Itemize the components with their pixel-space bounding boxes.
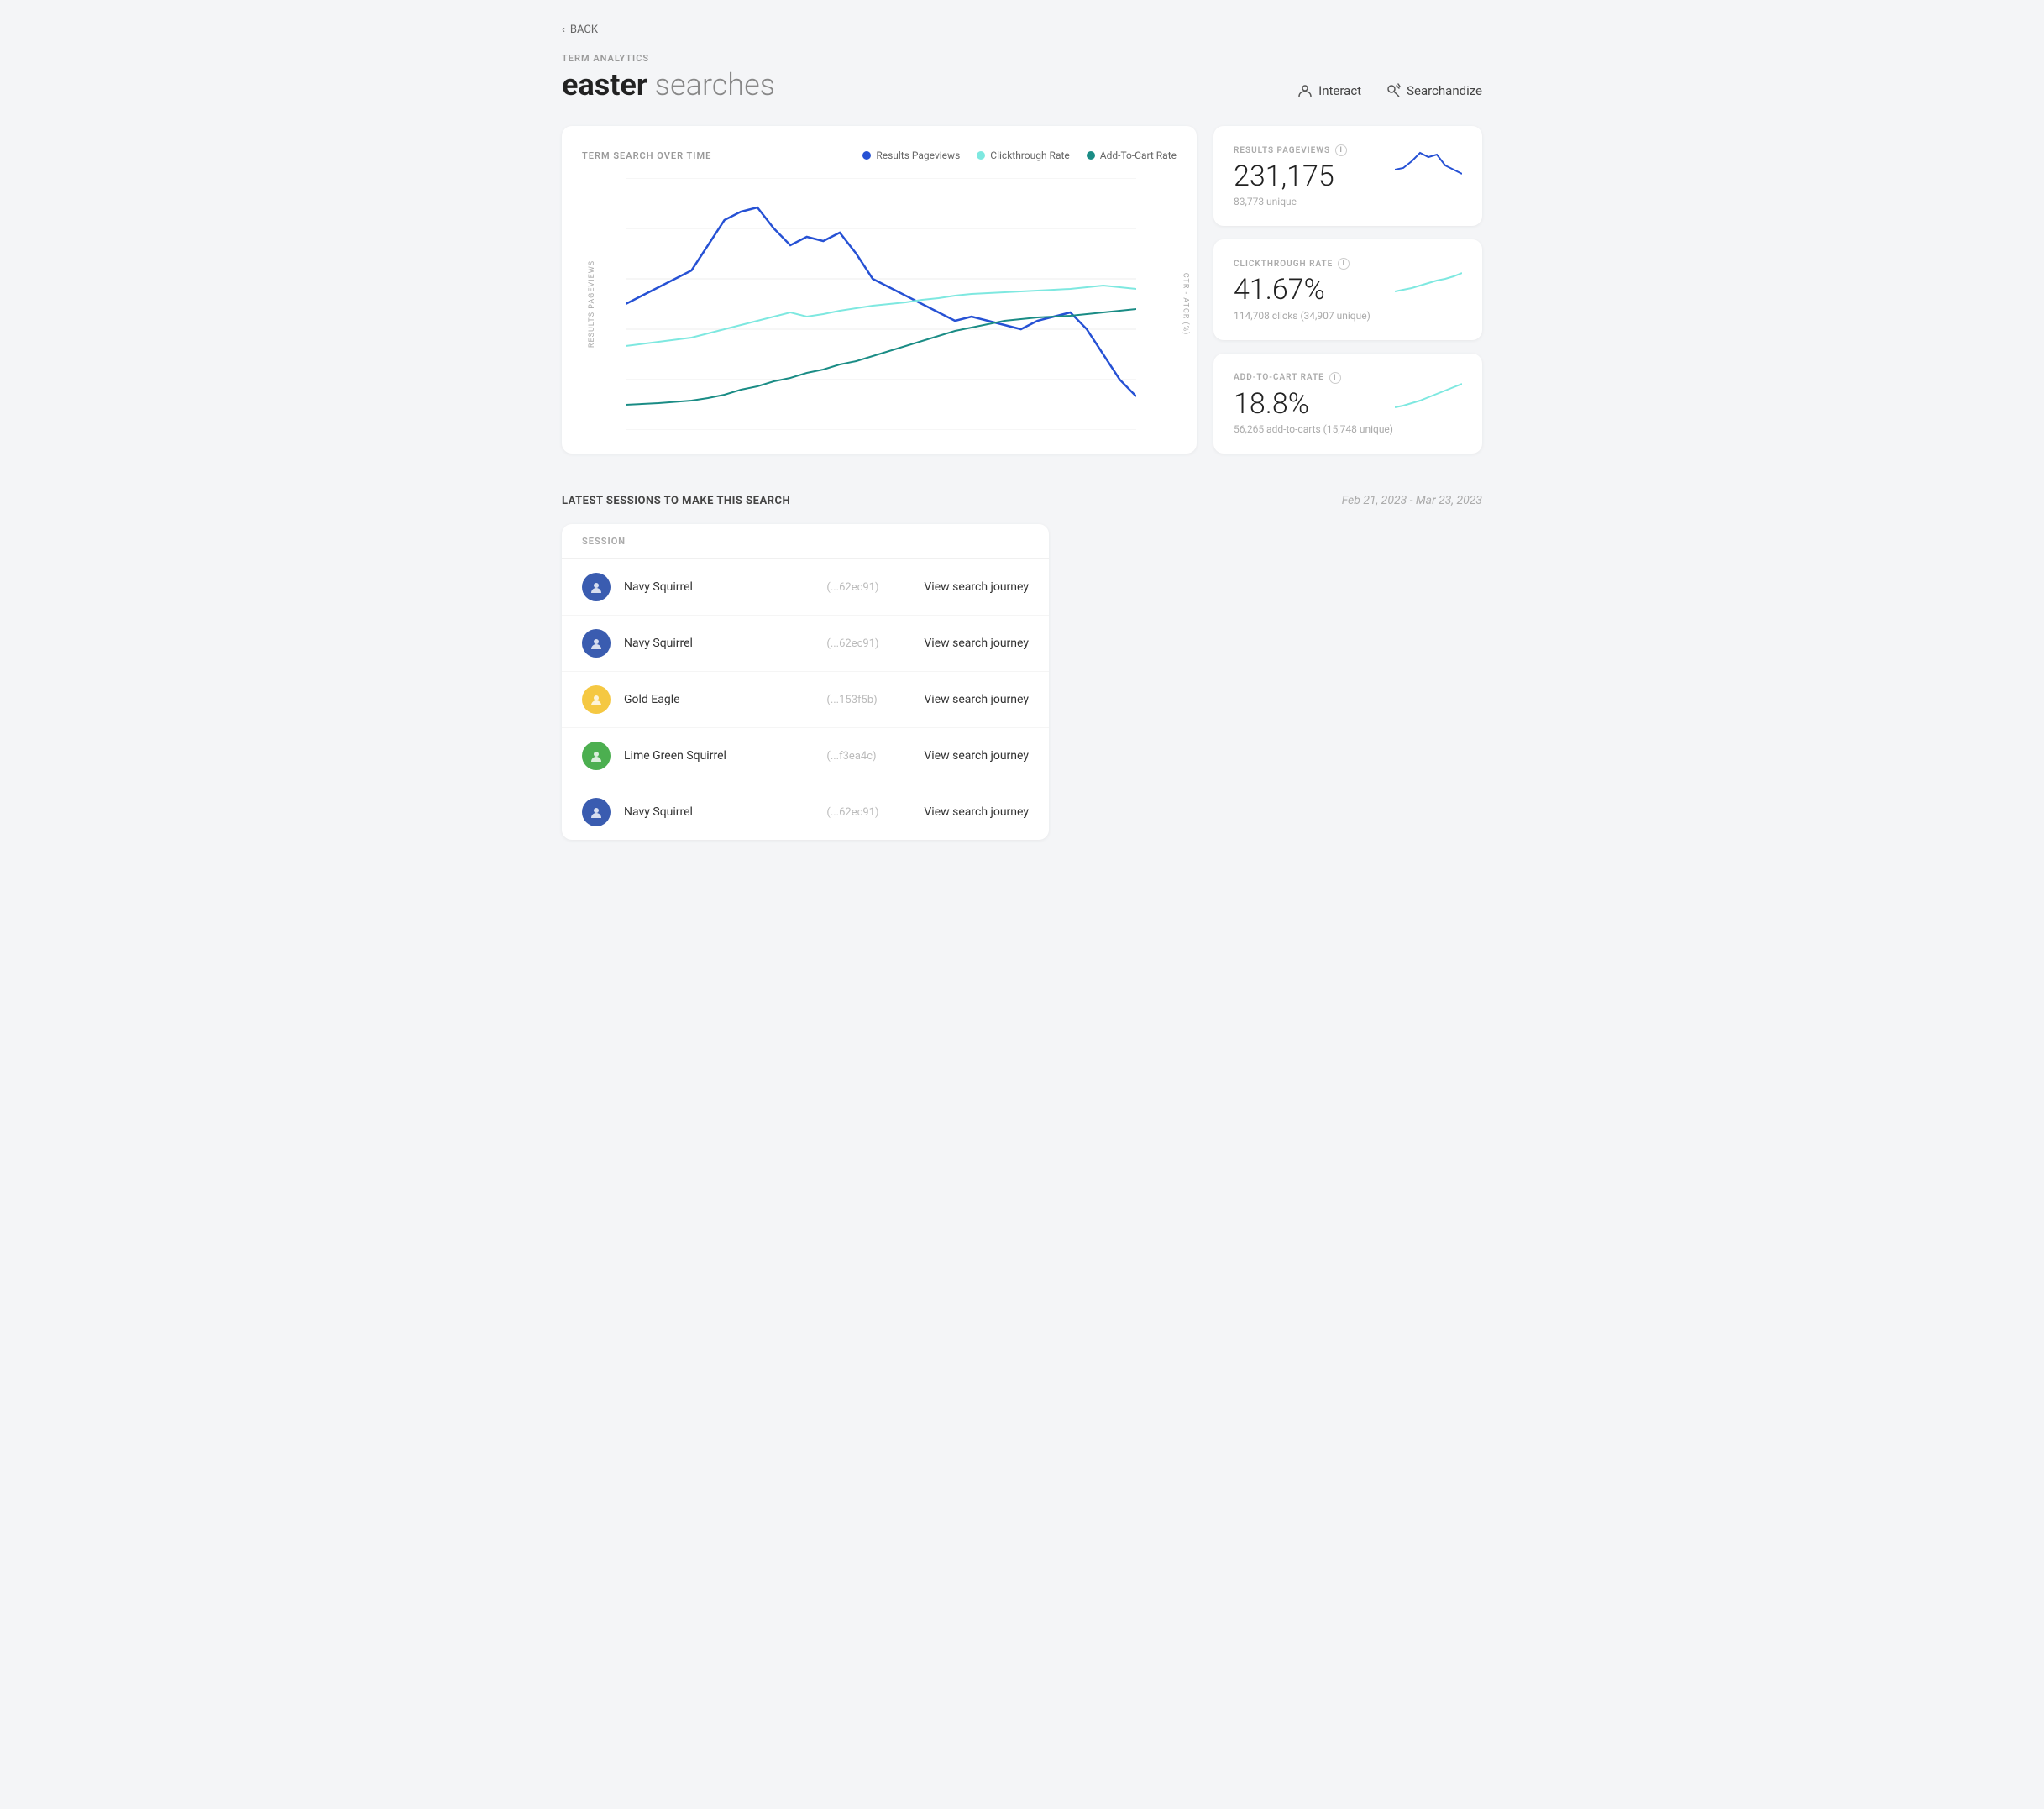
session-name-1: Navy Squirrel	[624, 580, 813, 594]
stats-column: RESULTS PAGEVIEWS i 231,175 83,773 uniqu…	[1213, 126, 1482, 454]
interact-label: Interact	[1318, 83, 1361, 98]
info-icon-ctr[interactable]: i	[1338, 258, 1350, 270]
session-id-4: (...f3ea4c)	[826, 750, 910, 763]
stat-card-pageviews-content: RESULTS PAGEVIEWS i 231,175 83,773 uniqu…	[1234, 144, 1395, 207]
y-axis-right-label: CTR - ATCR (%)	[1182, 273, 1190, 336]
page-header: TERM ANALYTICS easter searches Interact	[562, 53, 1482, 102]
chart-legend: Results Pageviews Clickthrough Rate Add-…	[862, 149, 1177, 161]
title-bold: easter	[562, 67, 647, 102]
y-axis-left-label: RESULTS PAGEVIEWS	[588, 260, 596, 348]
legend-label-pageviews: Results Pageviews	[876, 149, 960, 161]
info-icon-pageviews[interactable]: i	[1335, 144, 1347, 156]
stat-label-pageviews: RESULTS PAGEVIEWS i	[1234, 144, 1395, 156]
header-actions: Interact Searchandize	[1297, 82, 1482, 102]
person-icon	[1297, 82, 1313, 99]
session-id-2: (...62ec91)	[826, 637, 910, 650]
legend-item-pageviews: Results Pageviews	[862, 149, 960, 161]
legend-item-ctr: Clickthrough Rate	[977, 149, 1070, 161]
table-row: Navy Squirrel (...62ec91) View search jo…	[562, 784, 1049, 840]
stat-card-pageviews: RESULTS PAGEVIEWS i 231,175 83,773 uniqu…	[1213, 126, 1482, 226]
stat-value-pageviews: 231,175	[1234, 161, 1395, 192]
stat-card-atcr-content: ADD-TO-CART RATE i 18.8% 56,265 add-to-c…	[1234, 372, 1395, 435]
stat-value-ctr: 41.67%	[1234, 275, 1395, 306]
term-analytics-label: TERM ANALYTICS	[562, 53, 775, 64]
sessions-section: LATEST SESSIONS TO MAKE THIS SEARCH Feb …	[562, 494, 1482, 840]
chart-header: TERM SEARCH OVER TIME Results Pageviews …	[582, 149, 1177, 161]
column-label-session: SESSION	[582, 536, 626, 547]
view-journey-btn-3[interactable]: View search journey	[924, 693, 1029, 706]
table-row: Gold Eagle (...153f5b) View search journ…	[562, 672, 1049, 728]
table-header: SESSION	[562, 524, 1049, 559]
stat-label-atcr: ADD-TO-CART RATE i	[1234, 372, 1395, 384]
session-id-1: (...62ec91)	[826, 581, 910, 594]
sessions-table: SESSION Navy Squirrel (...62ec91) View s…	[562, 524, 1049, 840]
searchandize-label: Searchandize	[1407, 83, 1482, 98]
back-label: BACK	[570, 24, 598, 36]
stat-sub-pageviews: 83,773 unique	[1234, 196, 1395, 207]
session-name-2: Navy Squirrel	[624, 637, 813, 650]
avatar-lime-squirrel	[582, 742, 611, 770]
view-journey-btn-2[interactable]: View search journey	[924, 637, 1029, 650]
info-icon-atcr[interactable]: i	[1329, 372, 1341, 384]
table-row: Navy Squirrel (...62ec91) View search jo…	[562, 616, 1049, 672]
searchandize-button[interactable]: Searchandize	[1385, 82, 1482, 99]
legend-item-atcr: Add-To-Cart Rate	[1087, 149, 1177, 161]
table-row: Navy Squirrel (...62ec91) View search jo…	[562, 559, 1049, 616]
back-link[interactable]: ‹ BACK	[562, 24, 598, 36]
chart-svg: 20k 15k 10k 5k 0 1.2 0.9 0.6 0.3 0 Feb 2…	[626, 178, 1136, 430]
legend-dot-pageviews	[862, 151, 871, 160]
view-journey-btn-1[interactable]: View search journey	[924, 580, 1029, 594]
stat-card-atcr: ADD-TO-CART RATE i 18.8% 56,265 add-to-c…	[1213, 354, 1482, 454]
session-name-5: Navy Squirrel	[624, 805, 813, 819]
avatar-navy-squirrel-2	[582, 629, 611, 658]
main-grid: TERM SEARCH OVER TIME Results Pageviews …	[562, 126, 1482, 454]
session-name-4: Lime Green Squirrel	[624, 749, 813, 763]
sparkline-pageviews	[1395, 144, 1462, 186]
stat-value-atcr: 18.8%	[1234, 389, 1395, 420]
sessions-date-range: Feb 21, 2023 - Mar 23, 2023	[1342, 494, 1482, 507]
view-journey-btn-4[interactable]: View search journey	[924, 749, 1029, 763]
back-chevron-icon: ‹	[562, 24, 565, 36]
chart-title: TERM SEARCH OVER TIME	[582, 150, 711, 161]
chart-area: 20k 15k 10k 5k 0 1.2 0.9 0.6 0.3 0 Feb 2…	[626, 178, 1136, 430]
avatar-navy-squirrel-1	[582, 573, 611, 601]
sparkline-ctr	[1395, 258, 1462, 300]
sessions-title: LATEST SESSIONS TO MAKE THIS SEARCH	[562, 495, 790, 507]
stat-label-ctr: CLICKTHROUGH RATE i	[1234, 258, 1395, 270]
table-row: Lime Green Squirrel (...f3ea4c) View sea…	[562, 728, 1049, 784]
legend-dot-ctr	[977, 151, 985, 160]
sparkline-atcr	[1395, 372, 1462, 414]
interact-button[interactable]: Interact	[1297, 82, 1361, 99]
session-id-5: (...62ec91)	[826, 806, 910, 819]
sessions-header: LATEST SESSIONS TO MAKE THIS SEARCH Feb …	[562, 494, 1482, 507]
stat-card-ctr: CLICKTHROUGH RATE i 41.67% 114,708 click…	[1213, 239, 1482, 339]
title-light: searches	[647, 67, 775, 102]
stat-sub-atcr: 56,265 add-to-carts (15,748 unique)	[1234, 423, 1395, 435]
legend-label-ctr: Clickthrough Rate	[990, 149, 1070, 161]
title-group: TERM ANALYTICS easter searches	[562, 53, 775, 102]
legend-label-atcr: Add-To-Cart Rate	[1100, 149, 1177, 161]
avatar-gold-eagle	[582, 685, 611, 714]
view-journey-btn-5[interactable]: View search journey	[924, 805, 1029, 819]
stat-sub-ctr: 114,708 clicks (34,907 unique)	[1234, 310, 1395, 322]
page-title: easter searches	[562, 67, 775, 102]
stat-card-ctr-content: CLICKTHROUGH RATE i 41.67% 114,708 click…	[1234, 258, 1395, 321]
searchandize-icon	[1385, 82, 1402, 99]
chart-card: TERM SEARCH OVER TIME Results Pageviews …	[562, 126, 1197, 454]
legend-dot-atcr	[1087, 151, 1095, 160]
avatar-navy-squirrel-3	[582, 798, 611, 826]
session-name-3: Gold Eagle	[624, 693, 813, 706]
session-id-3: (...153f5b)	[826, 694, 910, 706]
